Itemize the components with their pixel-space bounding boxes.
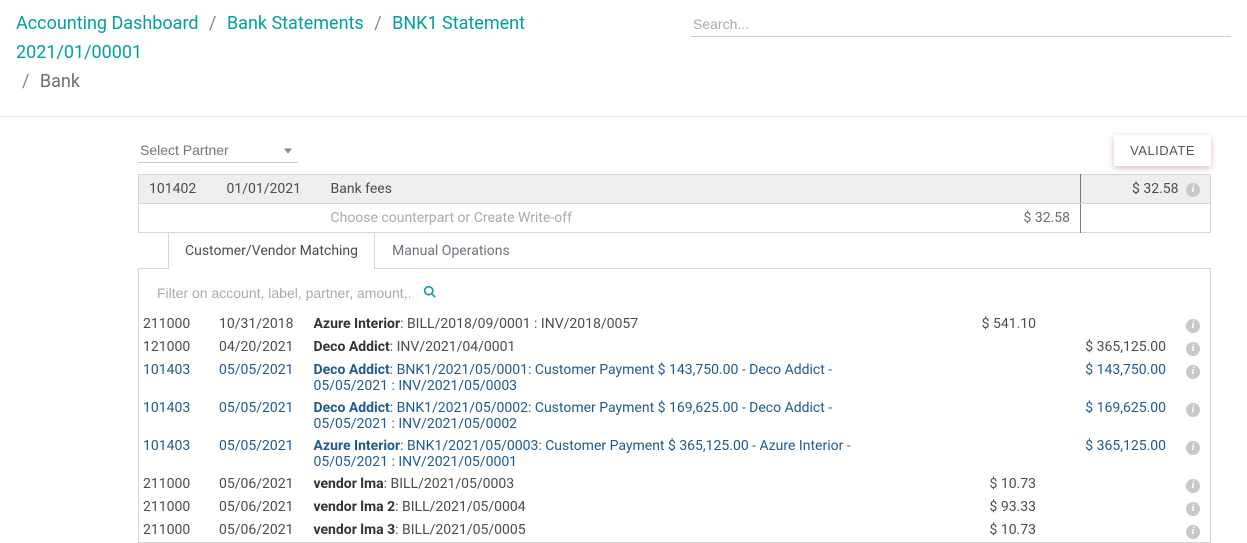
table-row[interactable]: 10140305/05/2021Deco Addict: BNK1/2021/0… xyxy=(139,397,1210,435)
search-input[interactable] xyxy=(691,12,1231,37)
row-amount-col2: $ 143,750.00 xyxy=(1046,359,1176,397)
row-description: Deco Addict: INV/2021/04/0001 xyxy=(304,336,877,359)
row-date: 05/05/2021 xyxy=(209,359,304,397)
row-description: Deco Addict: BNK1/2021/05/0001: Customer… xyxy=(304,359,877,397)
row-amount-col1: $ 541.10 xyxy=(876,313,1046,336)
row-info: i xyxy=(1176,336,1210,359)
chevron-down-icon xyxy=(284,148,292,153)
row-description: vendor lma: BILL/2021/05/0003 xyxy=(304,473,877,496)
search-icon[interactable] xyxy=(423,285,436,302)
filter-row xyxy=(139,281,1210,313)
tab-manual[interactable]: Manual Operations xyxy=(375,232,527,269)
matching-panel: 21100010/31/2018Azure Interior: BILL/201… xyxy=(138,269,1211,543)
stline-label: Bank fees xyxy=(321,175,1014,204)
statement-line-table: 101402 01/01/2021 Bank fees $ 32.58 i Ch… xyxy=(138,174,1211,233)
row-date: 05/06/2021 xyxy=(209,473,304,496)
table-row[interactable]: 10140305/05/2021Deco Addict: BNK1/2021/0… xyxy=(139,359,1210,397)
breadcrumb-link-dashboard[interactable]: Accounting Dashboard xyxy=(16,13,199,34)
counterpart-line[interactable]: Choose counterpart or Create Write-off $… xyxy=(139,204,1211,233)
table-row[interactable]: 21100005/06/2021vendor lma 2: BILL/2021/… xyxy=(139,496,1210,519)
row-amount-col1 xyxy=(876,435,1046,473)
row-amount-col2 xyxy=(1046,496,1176,519)
match-table: 21100010/31/2018Azure Interior: BILL/201… xyxy=(139,313,1210,542)
row-info: i xyxy=(1176,359,1210,397)
info-icon[interactable]: i xyxy=(1186,525,1200,539)
row-amount-col2: $ 169,625.00 xyxy=(1046,397,1176,435)
row-amount-col1: $ 10.73 xyxy=(876,519,1046,542)
search-container xyxy=(691,12,1231,37)
row-amount-col1 xyxy=(876,336,1046,359)
row-info: i xyxy=(1176,519,1210,542)
filter-input[interactable] xyxy=(155,281,415,305)
info-icon[interactable]: i xyxy=(1186,479,1200,493)
row-amount-col2 xyxy=(1046,313,1176,336)
row-amount-col1: $ 93.33 xyxy=(876,496,1046,519)
row-info: i xyxy=(1176,313,1210,336)
info-icon[interactable]: i xyxy=(1186,365,1200,379)
row-date: 05/06/2021 xyxy=(209,519,304,542)
row-description: vendor lma 2: BILL/2021/05/0004 xyxy=(304,496,877,519)
stline-account: 101402 xyxy=(139,175,217,204)
info-icon[interactable]: i xyxy=(1186,183,1200,197)
row-description: Deco Addict: BNK1/2021/05/0002: Customer… xyxy=(304,397,877,435)
stline-amount: $ 32.58 i xyxy=(1081,175,1211,204)
row-amount-col1 xyxy=(876,359,1046,397)
table-row[interactable]: 21100005/06/2021vendor lma 3: BILL/2021/… xyxy=(139,519,1210,542)
counterpart-amount: $ 32.58 xyxy=(1013,204,1080,233)
breadcrumb-sep: / xyxy=(368,13,387,34)
header-bar: Accounting Dashboard / Bank Statements /… xyxy=(0,0,1247,117)
row-amount-col2: $ 365,125.00 xyxy=(1046,336,1176,359)
row-date: 04/20/2021 xyxy=(209,336,304,359)
tab-matching[interactable]: Customer/Vendor Matching xyxy=(168,232,375,269)
row-account: 101403 xyxy=(139,397,209,435)
row-info: i xyxy=(1176,496,1210,519)
row-date: 05/05/2021 xyxy=(209,397,304,435)
row-account: 211000 xyxy=(139,496,209,519)
info-icon[interactable]: i xyxy=(1186,342,1200,356)
table-row[interactable]: 21100005/06/2021vendor lma: BILL/2021/05… xyxy=(139,473,1210,496)
partner-select-wrap[interactable] xyxy=(138,138,298,163)
table-row[interactable]: 21100010/31/2018Azure Interior: BILL/201… xyxy=(139,313,1210,336)
main-content: VALIDATE 101402 01/01/2021 Bank fees $ 3… xyxy=(0,117,1247,543)
row-amount-col2 xyxy=(1046,519,1176,542)
row-account: 211000 xyxy=(139,519,209,542)
row-description: vendor lma 3: BILL/2021/05/0005 xyxy=(304,519,877,542)
breadcrumb-current: Bank xyxy=(40,71,80,92)
table-row[interactable]: 10140305/05/2021Azure Interior: BNK1/202… xyxy=(139,435,1210,473)
row-info: i xyxy=(1176,397,1210,435)
row-date: 05/05/2021 xyxy=(209,435,304,473)
row-description: Azure Interior: BILL/2018/09/0001 : INV/… xyxy=(304,313,877,336)
row-info: i xyxy=(1176,435,1210,473)
breadcrumb-sep: / xyxy=(16,71,35,92)
stline-amt-left xyxy=(1013,175,1080,204)
info-icon[interactable]: i xyxy=(1186,502,1200,516)
validate-button[interactable]: VALIDATE xyxy=(1114,135,1211,166)
row-account: 101403 xyxy=(139,435,209,473)
row-amount-col1 xyxy=(876,397,1046,435)
statement-line[interactable]: 101402 01/01/2021 Bank fees $ 32.58 i xyxy=(139,175,1211,204)
row-account: 101403 xyxy=(139,359,209,397)
top-controls: VALIDATE xyxy=(138,135,1211,166)
breadcrumb-sep: / xyxy=(203,13,222,34)
stline-date: 01/01/2021 xyxy=(217,175,321,204)
row-account: 211000 xyxy=(139,313,209,336)
table-row[interactable]: 12100004/20/2021Deco Addict: INV/2021/04… xyxy=(139,336,1210,359)
info-icon[interactable]: i xyxy=(1186,441,1200,455)
breadcrumb: Accounting Dashboard / Bank Statements /… xyxy=(16,10,651,96)
tabs: Customer/Vendor Matching Manual Operatio… xyxy=(138,232,1211,269)
info-icon[interactable]: i xyxy=(1186,403,1200,417)
row-info: i xyxy=(1176,473,1210,496)
row-date: 05/06/2021 xyxy=(209,496,304,519)
row-date: 10/31/2018 xyxy=(209,313,304,336)
row-amount-col2 xyxy=(1046,473,1176,496)
row-description: Azure Interior: BNK1/2021/05/0003: Custo… xyxy=(304,435,877,473)
row-account: 211000 xyxy=(139,473,209,496)
row-amount-col1: $ 10.73 xyxy=(876,473,1046,496)
counterpart-hint: Choose counterpart or Create Write-off xyxy=(321,204,1014,233)
info-icon[interactable]: i xyxy=(1186,319,1200,333)
breadcrumb-link-statements[interactable]: Bank Statements xyxy=(227,13,364,34)
row-amount-col2: $ 365,125.00 xyxy=(1046,435,1176,473)
row-account: 121000 xyxy=(139,336,209,359)
partner-select[interactable] xyxy=(138,138,298,163)
